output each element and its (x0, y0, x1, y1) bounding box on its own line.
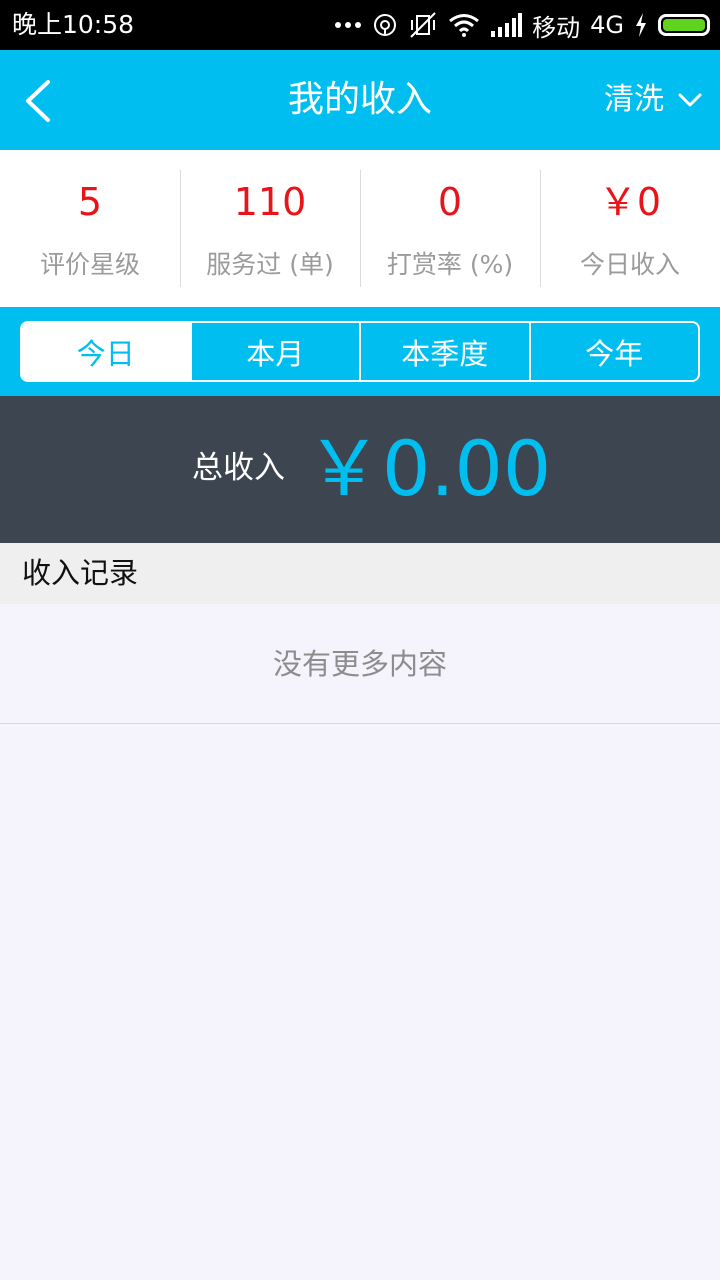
stat-tip-rate-label: 打赏率 (%) (386, 250, 514, 279)
status-icons: 移动 4G (334, 8, 710, 42)
stat-today-income-value: ￥0 (598, 180, 662, 224)
tab-this-quarter[interactable]: 本季度 (359, 323, 529, 380)
stat-tip-rate-value: 0 (437, 180, 463, 224)
signal-icon (491, 13, 523, 37)
wifi-icon (449, 14, 480, 37)
tab-today[interactable]: 今日 (22, 323, 190, 380)
battery-level (663, 19, 705, 31)
stats-panel: 5 评价星级 110 服务过 (单) 0 打赏率 (%) ￥0 今日收入 (0, 150, 720, 307)
status-time: 晚上10:58 (12, 10, 135, 39)
more-dots-icon (335, 22, 362, 28)
total-income-label: 总收入 (192, 450, 285, 486)
total-income-amount: ￥0.00 (306, 424, 552, 513)
service-filter-select[interactable]: 清洗 (604, 78, 702, 122)
tab-this-year[interactable]: 今年 (528, 323, 699, 380)
stat-rating-label: 评价星级 (39, 250, 140, 279)
stat-tip-rate: 0 打赏率 (%) (360, 150, 540, 307)
sync-icon (374, 14, 397, 36)
network-label: 4G (590, 11, 624, 39)
app-header: 我的收入 清洗 (0, 50, 720, 150)
stat-rating: 5 评价星级 (0, 150, 180, 307)
stat-orders-value: 110 (233, 180, 307, 224)
no-more-content-text: 没有更多内容 (0, 604, 720, 724)
stat-orders: 110 服务过 (单) (180, 150, 360, 307)
period-tabs-bar: 今日 本月 本季度 今年 (0, 307, 720, 396)
stat-orders-label: 服务过 (单) (206, 250, 334, 279)
stat-today-income-label: 今日收入 (579, 250, 680, 279)
status-bar: 晚上10:58 移动 4G (0, 0, 720, 50)
tab-this-month[interactable]: 本月 (189, 323, 360, 380)
chevron-down-icon (678, 93, 702, 107)
income-records-title: 收入记录 (0, 543, 720, 604)
vibrate-off-icon (410, 12, 436, 38)
stat-today-income: ￥0 今日收入 (540, 150, 720, 307)
battery-icon (658, 14, 710, 36)
charging-icon (636, 13, 646, 37)
total-income-panel: 总收入 ￥0.00 (0, 396, 720, 543)
service-filter-label: 清洗 (604, 82, 664, 117)
carrier-label: 移动 (532, 13, 581, 42)
period-tabs: 今日 本月 本季度 今年 (20, 321, 700, 382)
stat-rating-value: 5 (77, 180, 103, 224)
